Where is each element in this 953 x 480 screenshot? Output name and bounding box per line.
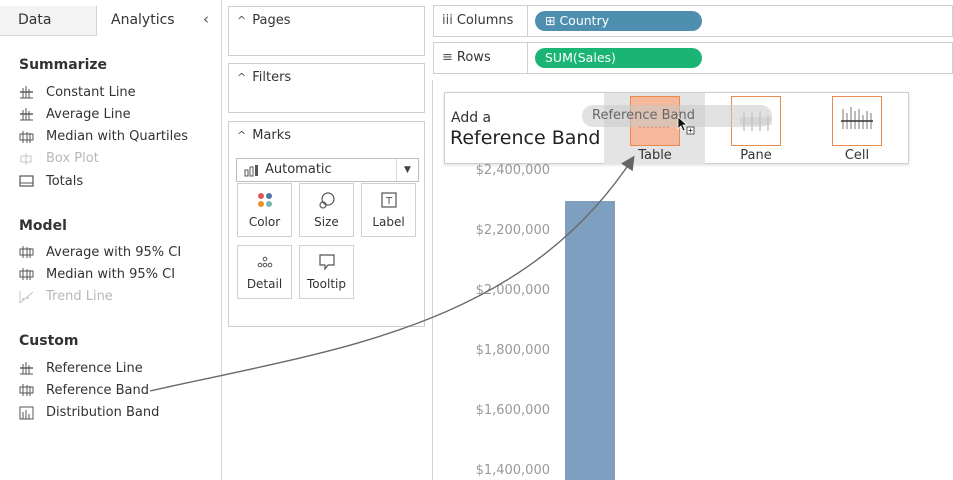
analytics-item-label: Median with Quartiles xyxy=(46,129,189,145)
columns-shelf[interactable]: iii Columns ⊞ Country xyxy=(433,5,953,37)
columns-label: Columns xyxy=(456,13,514,28)
label-icon: T xyxy=(362,191,415,209)
size-button[interactable]: Size xyxy=(299,183,354,237)
filters-title: Filters xyxy=(252,70,292,85)
analytics-item-constant-line[interactable]: Constant Line xyxy=(19,83,136,101)
analytics-item-box-plot[interactable]: Box Plot xyxy=(19,150,99,168)
tab-data[interactable]: Data xyxy=(0,6,97,36)
rows-shelf[interactable]: ≡ Rows SUM(Sales) xyxy=(433,42,953,74)
svg-text:T: T xyxy=(384,196,392,207)
sum-sales-pill[interactable]: SUM(Sales) xyxy=(535,48,702,68)
tooltip-button[interactable]: Tooltip xyxy=(299,245,354,299)
filters-card[interactable]: ^ Filters xyxy=(228,63,425,113)
detail-button[interactable]: Detail xyxy=(237,245,292,299)
size-icon xyxy=(300,191,353,209)
detail-icon xyxy=(238,253,291,271)
model-heading: Model xyxy=(19,218,67,234)
scope-option-cell[interactable]: Cell xyxy=(831,96,883,163)
y-axis-tick-label: $1,800,000 xyxy=(475,343,550,358)
constant-line-icon xyxy=(19,85,34,99)
color-label: Color xyxy=(248,215,281,229)
detail-label: Detail xyxy=(246,277,283,291)
marks-card: ^ Marks Automatic ▼ Color Size T Label De… xyxy=(228,121,425,327)
popup-title: Reference Band xyxy=(450,127,601,149)
drag-cursor-icon xyxy=(677,116,695,135)
analytics-item-median-with-quartiles[interactable]: Median with Quartiles xyxy=(19,128,188,146)
analytics-item-distribution-band[interactable]: Distribution Band xyxy=(19,404,159,422)
marks-title: Marks xyxy=(252,128,292,143)
analytics-item-label: Totals xyxy=(46,173,84,189)
pane-tabs: Data Analytics ‹ xyxy=(0,0,222,36)
analytics-item-average-with-95-ci[interactable]: Average with 95% CI xyxy=(19,243,181,261)
reference-line-icon xyxy=(19,361,34,375)
y-axis-tick-label: $1,400,000 xyxy=(475,463,550,478)
distribution-band-icon xyxy=(19,406,34,420)
filters-collapse-icon[interactable]: ^ xyxy=(237,71,246,84)
analytics-item-label: Average Line xyxy=(46,106,131,122)
rows-label: Rows xyxy=(456,50,491,65)
analytics-item-label: Constant Line xyxy=(46,84,136,100)
collapse-pane-icon[interactable]: ‹ xyxy=(203,10,209,28)
totals-icon xyxy=(19,174,34,188)
analytics-item-reference-band[interactable]: Reference Band xyxy=(19,381,149,399)
box-plot-icon xyxy=(19,152,34,166)
color-button[interactable]: Color xyxy=(237,183,292,237)
popup-add-a: Add a xyxy=(451,110,492,126)
scope-option-cell-label: Cell xyxy=(844,148,870,163)
tooltip-icon xyxy=(300,253,353,271)
color-icon xyxy=(238,191,291,209)
marks-collapse-icon[interactable]: ^ xyxy=(237,129,246,142)
columns-icon: iii xyxy=(442,13,453,28)
mark-type-value: Automatic xyxy=(265,162,332,177)
analytics-item-label: Reference Line xyxy=(46,360,143,376)
mark-type-dropdown[interactable]: Automatic ▼ xyxy=(236,158,419,182)
label-label: Label xyxy=(372,215,405,229)
sales-bar[interactable] xyxy=(565,201,615,480)
analytics-item-label: Box Plot xyxy=(46,151,99,167)
tab-analytics[interactable]: Analytics xyxy=(97,6,207,36)
analytics-pane: Data Analytics ‹ Summarize Constant Line… xyxy=(0,0,222,480)
analytics-item-label: Median with 95% CI xyxy=(46,266,176,282)
pages-title: Pages xyxy=(252,13,291,28)
y-axis-tick-label: $2,000,000 xyxy=(475,283,550,298)
reference-band-icon xyxy=(19,383,34,397)
analytics-item-median-with-95-ci[interactable]: Median with 95% CI xyxy=(19,265,175,283)
custom-heading: Custom xyxy=(19,333,79,349)
analytics-item-average-line[interactable]: Average Line xyxy=(19,105,131,123)
country-pill[interactable]: ⊞ Country xyxy=(535,11,702,31)
pages-collapse-icon[interactable]: ^ xyxy=(237,14,246,27)
scope-option-table-label: Table xyxy=(638,148,672,163)
y-axis-tick-label: $1,600,000 xyxy=(475,403,550,418)
average-line-icon xyxy=(19,107,34,121)
median-quartiles-icon xyxy=(19,130,34,144)
analytics-item-trend-line[interactable]: Trend Line xyxy=(19,288,113,306)
median-ci-icon xyxy=(19,267,34,281)
label-button[interactable]: T Label xyxy=(361,183,416,237)
analytics-item-label: Distribution Band xyxy=(46,405,160,421)
rows-icon: ≡ xyxy=(442,50,453,65)
analytics-item-reference-line[interactable]: Reference Line xyxy=(19,359,143,377)
analytics-item-label: Average with 95% CI xyxy=(46,244,182,260)
analytics-item-label: Reference Band xyxy=(46,382,149,398)
analytics-item-label: Trend Line xyxy=(46,289,113,305)
size-label: Size xyxy=(314,215,339,229)
cell-scope-icon xyxy=(832,96,882,146)
automatic-mark-icon xyxy=(244,165,258,177)
chevron-down-icon[interactable]: ▼ xyxy=(396,159,418,181)
trend-line-icon xyxy=(19,290,34,304)
scope-option-pane-label: Pane xyxy=(740,148,772,163)
summarize-heading: Summarize xyxy=(19,57,108,73)
y-axis-tick-label: $2,200,000 xyxy=(475,223,550,238)
analytics-item-totals[interactable]: Totals xyxy=(19,172,83,190)
y-axis-tick-label: $2,400,000 xyxy=(475,163,550,178)
tooltip-label: Tooltip xyxy=(307,277,346,291)
pages-card[interactable]: ^ Pages xyxy=(228,6,425,56)
average-ci-icon xyxy=(19,245,34,259)
